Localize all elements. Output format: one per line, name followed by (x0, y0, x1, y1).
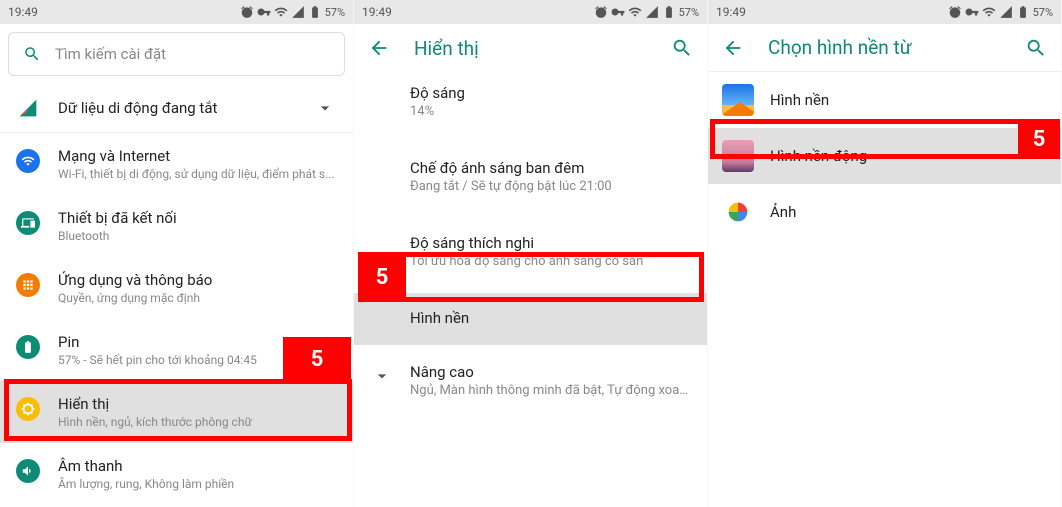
alarm-icon (240, 5, 254, 19)
wallpaper-source-label: Hình nền động (770, 147, 867, 165)
settings-item-title: Hiển thị (58, 395, 337, 413)
mobile-data-suggestion[interactable]: Dữ liệu di động đang tắt (0, 84, 353, 133)
apps-icon (16, 273, 40, 297)
search-icon[interactable] (671, 37, 693, 59)
battery-icon (308, 5, 322, 19)
settings-item-apps[interactable]: Ứng dụng và thông báo Quyền, ứng dụng mặ… (0, 257, 353, 319)
mobile-data-icon (18, 98, 38, 118)
setting-title: Hình nền (410, 309, 691, 327)
settings-item-display[interactable]: Hiển thị Hình nền, ngủ, kích thước phông… (0, 381, 353, 443)
settings-item-sound[interactable]: Âm thanh Âm lượng, rung, Không làm phiền (0, 443, 353, 505)
setting-sub: Tối ưu hóa độ sáng cho ánh sáng có sẵn (410, 254, 691, 269)
setting-title: Độ sáng (410, 84, 691, 102)
display-item-wallpaper[interactable]: Hình nền (354, 293, 707, 345)
status-time: 19:49 (716, 5, 746, 19)
settings-item-sub: Quyền, ứng dụng mặc định (58, 291, 337, 305)
app-bar-title: Hiển thị (414, 37, 479, 60)
display-item-brightness[interactable]: Độ sáng 14% (354, 72, 707, 131)
settings-item-title: Ứng dụng và thông báo (58, 271, 337, 289)
wifi-icon (628, 5, 642, 19)
signal-icon (645, 5, 659, 19)
alarm-icon (594, 5, 608, 19)
vpn-key-icon (611, 5, 625, 19)
signal-icon (999, 5, 1013, 19)
search-box[interactable]: Tìm kiếm cài đặt (8, 32, 345, 76)
display-item-adaptive[interactable]: Độ sáng thích nghi Tối ưu hóa độ sáng ch… (354, 222, 707, 281)
settings-item-title: Pin (58, 333, 337, 351)
vpn-key-icon (257, 5, 271, 19)
setting-sub: 14% (410, 104, 691, 119)
vpn-key-icon (965, 5, 979, 19)
settings-item-sub: Bluetooth (58, 229, 337, 243)
devices-icon (16, 211, 40, 235)
wallpaper-source-label: Hình nền (770, 91, 829, 109)
live-wallpaper-thumb-icon (722, 140, 754, 172)
setting-title: Chế độ ánh sáng ban đêm (410, 159, 691, 177)
settings-item-title: Thiết bị đã kết nối (58, 209, 337, 227)
sound-icon (16, 459, 40, 483)
settings-item-sub: 57% - Sẽ hết pin cho tới khoảng 04:45 (58, 353, 337, 367)
display-settings-screen: 19:49 57% Hiển thị Độ sáng 14% Chế độ án… (354, 0, 708, 507)
status-time: 19:49 (8, 5, 38, 19)
chevron-down-icon (372, 366, 392, 386)
settings-item-title: Mạng và Internet (58, 147, 337, 165)
search-placeholder: Tìm kiếm cài đặt (55, 45, 166, 63)
search-icon[interactable] (1025, 37, 1047, 59)
setting-sub: Ngủ, Màn hình thông minh đã bật, Tự động… (410, 383, 691, 398)
wallpaper-source-label: Ảnh (770, 203, 796, 221)
wifi-icon (982, 5, 996, 19)
settings-item-sub: Hình nền, ngủ, kích thước phông chữ (58, 415, 337, 429)
chevron-down-icon (315, 98, 335, 118)
settings-item-sub: Wi-Fi, thiết bị di động, sử dụng dữ liệu… (58, 167, 337, 181)
settings-main-screen: 19:49 57% Tìm kiếm cài đặt Dữ liệu di độ… (0, 0, 354, 507)
battery-icon (1016, 5, 1030, 19)
wallpaper-thumb-icon (722, 84, 754, 116)
status-battery: 57% (679, 6, 699, 19)
status-bar: 19:49 57% (708, 0, 1061, 24)
search-icon (23, 45, 41, 63)
display-item-nightlight[interactable]: Chế độ ánh sáng ban đêm Đang tắt / Sẽ tự… (354, 147, 707, 206)
status-battery: 57% (1033, 6, 1053, 19)
wallpaper-source-static[interactable]: Hình nền (708, 72, 1061, 128)
wifi-icon (274, 5, 288, 19)
battery-icon (16, 335, 40, 359)
setting-title: Độ sáng thích nghi (410, 234, 691, 252)
app-bar: Chọn hình nền từ (708, 24, 1061, 72)
status-battery: 57% (325, 6, 345, 19)
back-icon[interactable] (368, 37, 390, 59)
back-icon[interactable] (722, 37, 744, 59)
photos-icon (722, 196, 754, 228)
display-item-advanced[interactable]: Nâng cao Ngủ, Màn hình thông minh đã bật… (354, 351, 707, 410)
settings-item-sub: Âm lượng, rung, Không làm phiền (58, 477, 337, 491)
alarm-icon (948, 5, 962, 19)
wallpaper-chooser-screen: 19:49 57% Chọn hình nền từ Hình nền Hình… (708, 0, 1062, 507)
setting-sub: Đang tắt / Sẽ tự động bật lúc 21:00 (410, 179, 691, 194)
network-icon (16, 149, 40, 173)
battery-icon (662, 5, 676, 19)
status-bar: 19:49 57% (0, 0, 353, 24)
mobile-data-label: Dữ liệu di động đang tắt (58, 99, 217, 117)
settings-item-battery[interactable]: Pin 57% - Sẽ hết pin cho tới khoảng 04:4… (0, 319, 353, 381)
wallpaper-source-live[interactable]: Hình nền động (708, 128, 1061, 184)
settings-item-network[interactable]: Mạng và Internet Wi-Fi, thiết bị di động… (0, 133, 353, 195)
settings-item-connected[interactable]: Thiết bị đã kết nối Bluetooth (0, 195, 353, 257)
status-time: 19:49 (362, 5, 392, 19)
app-bar: Hiển thị (354, 24, 707, 72)
settings-item-title: Âm thanh (58, 457, 337, 475)
wallpaper-source-photos[interactable]: Ảnh (708, 184, 1061, 240)
status-bar: 19:49 57% (354, 0, 707, 24)
setting-title: Nâng cao (410, 363, 691, 381)
display-icon (16, 397, 40, 421)
app-bar-title: Chọn hình nền từ (768, 36, 911, 59)
signal-icon (291, 5, 305, 19)
